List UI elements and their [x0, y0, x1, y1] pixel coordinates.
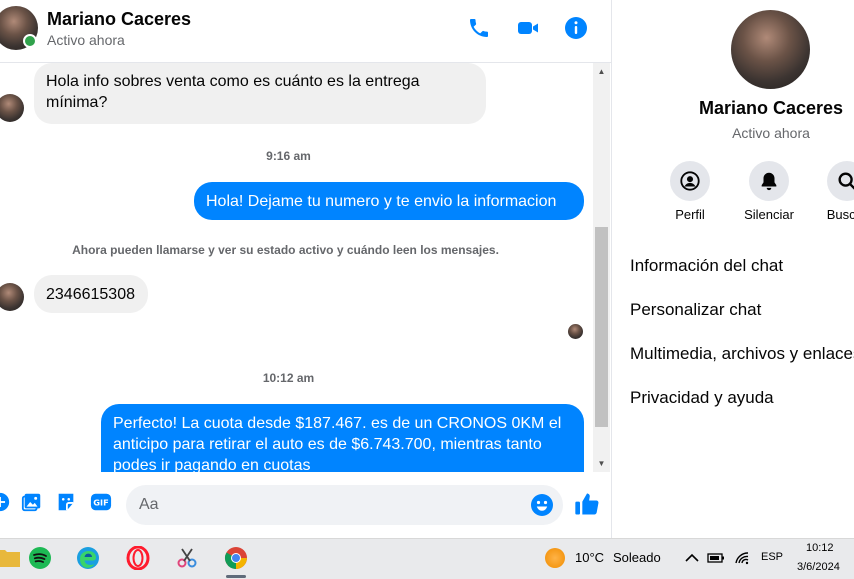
edge-icon: [77, 547, 99, 569]
smiley-icon: [531, 494, 553, 516]
profile-icon: [680, 171, 700, 191]
scroll-down-arrow[interactable]: ▼: [593, 456, 610, 470]
more-actions-button[interactable]: [0, 489, 13, 515]
battery-button[interactable]: [707, 550, 725, 566]
opera-icon: [126, 546, 150, 570]
battery-icon: [707, 553, 724, 563]
timestamp: 9:16 am: [266, 149, 311, 163]
profile-action-label: Perfil: [675, 207, 705, 222]
mute-action-button[interactable]: [749, 161, 789, 201]
spotify-icon: [29, 547, 51, 569]
call-button[interactable]: [465, 14, 493, 42]
phone-icon: [470, 19, 488, 37]
weather-sun-icon[interactable]: [545, 548, 565, 568]
profile-name: Mariano Caceres: [698, 98, 844, 118]
attach-photo-button[interactable]: [19, 489, 45, 515]
taskbar-app-opera[interactable]: [118, 541, 158, 575]
image-icon: [21, 493, 41, 512]
gif-icon: GIF: [90, 493, 112, 511]
menu-item-privacy-help[interactable]: Privacidad y ayuda: [630, 388, 774, 408]
taskbar-app-edge[interactable]: [68, 541, 108, 575]
keyboard-language[interactable]: ESP: [761, 551, 783, 563]
gif-button[interactable]: GIF: [88, 489, 114, 515]
profile-action-button[interactable]: [670, 161, 710, 201]
like-button[interactable]: [573, 490, 601, 518]
menu-item-media-files[interactable]: Multimedia, archivos y enlaces: [630, 344, 854, 364]
sender-avatar: [0, 283, 24, 311]
menu-item-chat-info[interactable]: Información del chat: [630, 256, 783, 276]
chevron-up-icon: [685, 553, 699, 562]
sticker-icon: [58, 493, 74, 511]
scrollbar-thumb[interactable]: [595, 227, 608, 427]
message-bubble-incoming[interactable]: Hola info sobres venta como es cuánto es…: [34, 63, 486, 124]
taskbar-app-snipping[interactable]: [167, 541, 207, 575]
profile-status: Activo ahora: [732, 125, 810, 141]
info-button[interactable]: [562, 14, 590, 42]
mute-action-label: Silenciar: [744, 207, 794, 222]
svg-text:GIF: GIF: [93, 498, 108, 508]
wifi-icon: [735, 552, 749, 565]
taskbar-app-chrome[interactable]: [216, 541, 256, 575]
message-bubble-outgoing[interactable]: Perfecto! La cuota desde $187.467. es de…: [101, 404, 584, 472]
bell-icon: [761, 172, 777, 191]
message-input[interactable]: [126, 485, 563, 525]
clock-date[interactable]: 3/6/2024: [797, 561, 840, 573]
profile-avatar[interactable]: [731, 10, 810, 89]
sender-avatar: [0, 94, 24, 122]
system-notice: Ahora pueden llamarse y ver su estado ac…: [72, 243, 499, 257]
message-list: Hola info sobres venta como es cuánto es…: [0, 63, 593, 472]
message-bubble-outgoing[interactable]: Hola! Dejame tu numero y te envio la inf…: [194, 182, 584, 220]
video-camera-icon: [518, 22, 538, 34]
scroll-up-arrow[interactable]: ▲: [593, 64, 610, 78]
weather-description[interactable]: Soleado: [613, 550, 661, 565]
video-call-button[interactable]: [514, 14, 542, 42]
info-icon: [565, 17, 587, 39]
tray-expand-button[interactable]: [683, 550, 701, 566]
emoji-button[interactable]: [530, 493, 554, 517]
contact-name[interactable]: Mariano Caceres: [47, 9, 191, 30]
chrome-icon: [225, 547, 247, 569]
clock-time[interactable]: 10:12: [806, 542, 834, 554]
contact-status: Activo ahora: [47, 32, 125, 48]
wifi-button[interactable]: [733, 550, 751, 566]
timestamp: 10:12 am: [262, 371, 315, 385]
seen-indicator-avatar: [568, 324, 583, 339]
weather-temperature[interactable]: 10°C: [575, 550, 604, 565]
scissors-icon: [177, 548, 197, 568]
sticker-button[interactable]: [53, 489, 79, 515]
folder-icon: [0, 550, 20, 567]
thumbs-up-icon: [575, 493, 599, 515]
online-status-dot: [23, 34, 37, 48]
menu-item-customize-chat[interactable]: Personalizar chat: [630, 300, 761, 320]
message-bubble-incoming[interactable]: 2346615308: [34, 275, 148, 313]
taskbar-app-spotify[interactable]: [20, 541, 60, 575]
plus-circle-icon: [0, 492, 10, 512]
search-action-label: Buscar: [826, 207, 854, 222]
search-icon: [838, 172, 854, 190]
